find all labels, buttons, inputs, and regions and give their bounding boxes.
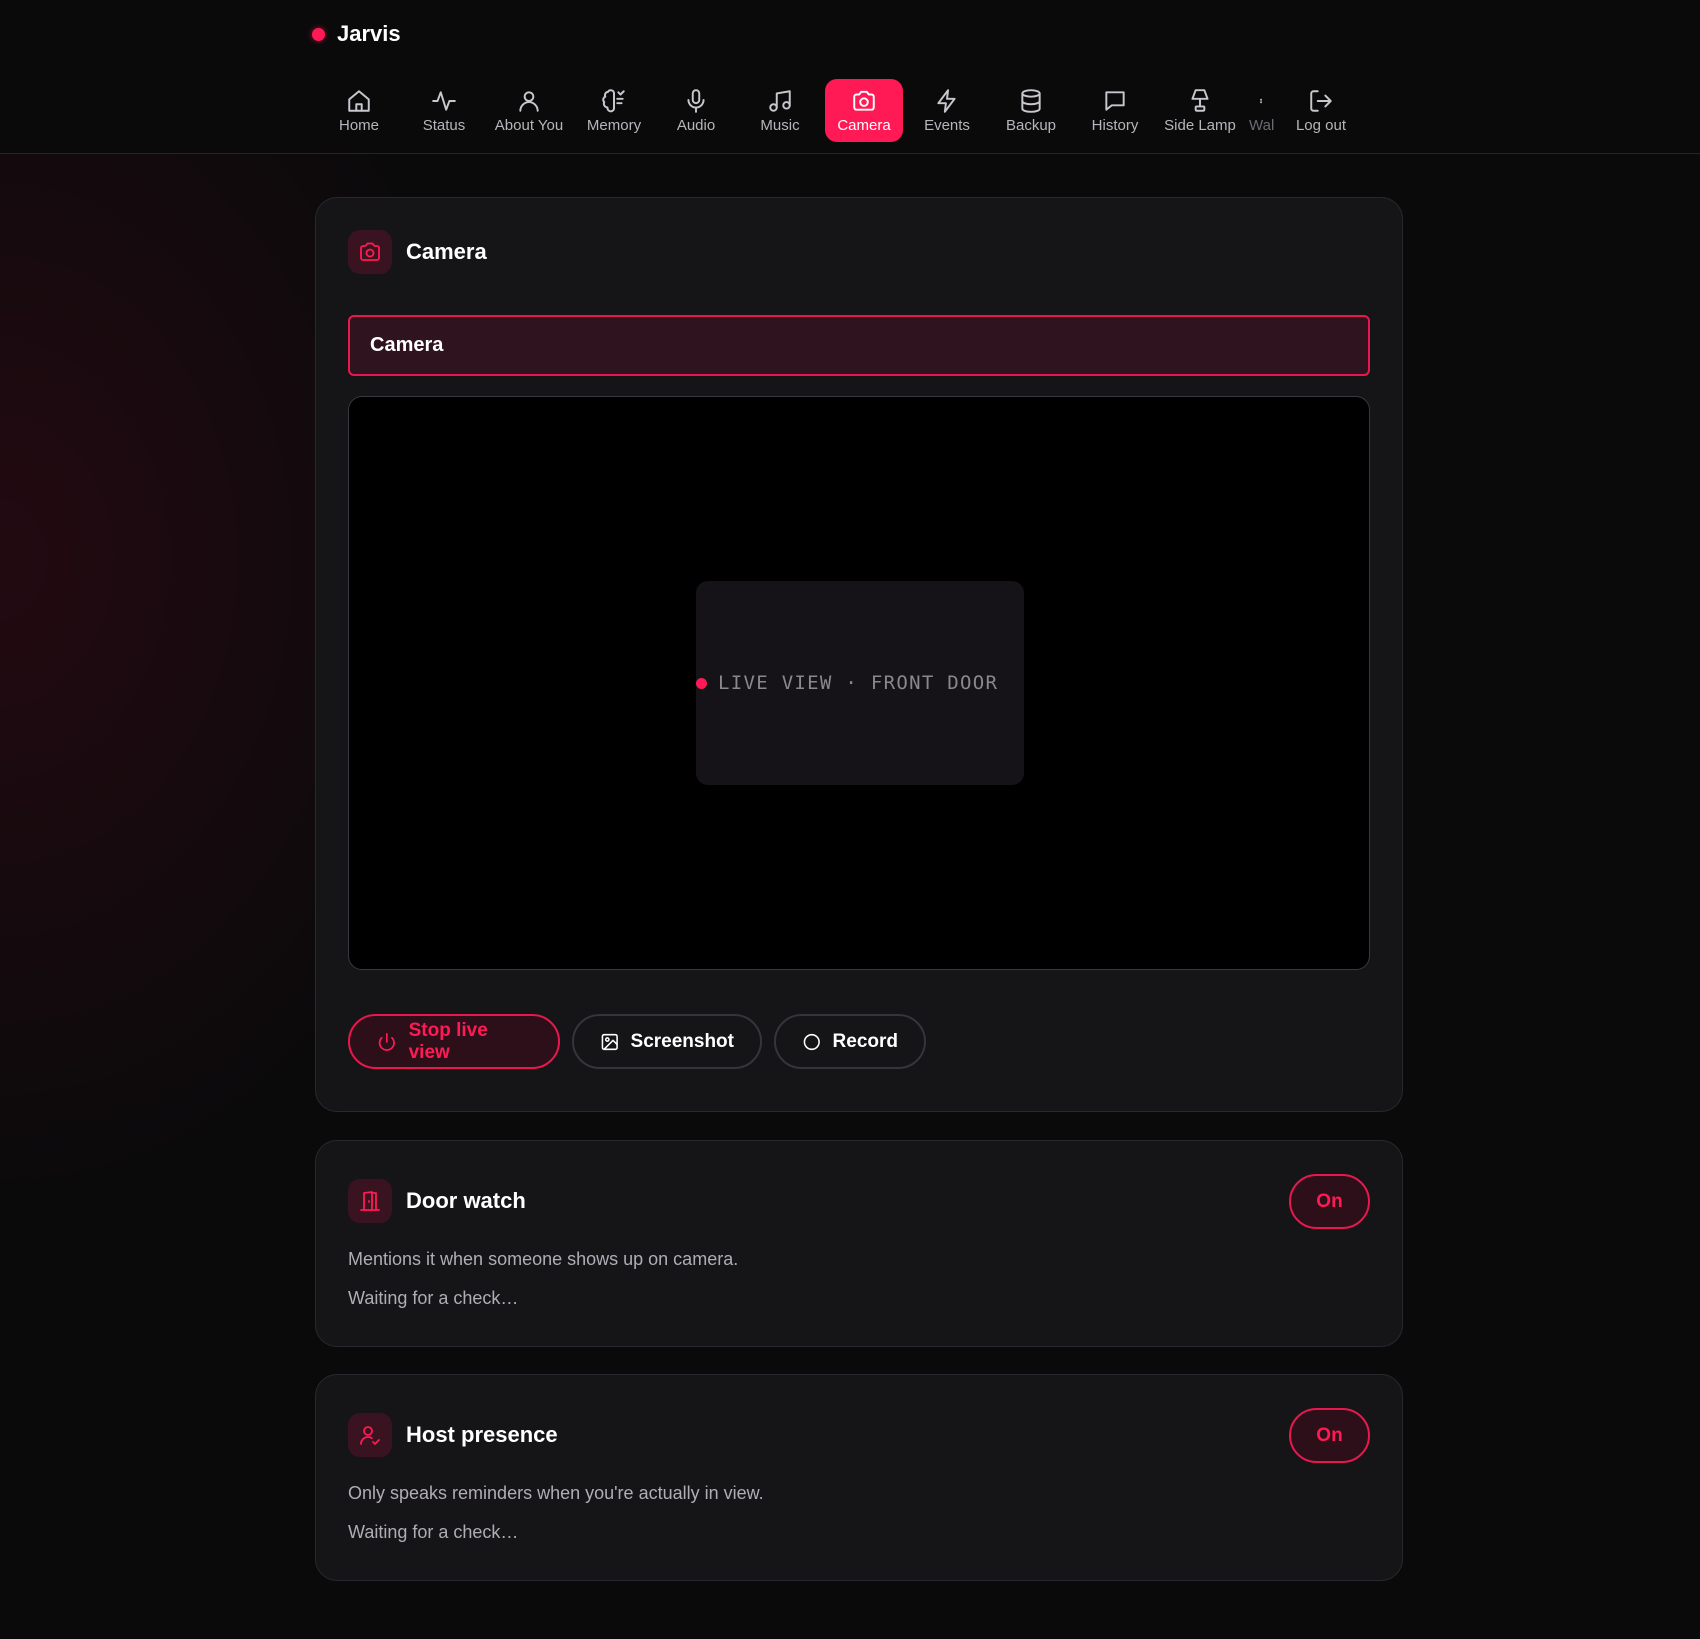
live-indicator-dot [696, 677, 707, 689]
door-watch-status: Waiting for a check… [348, 1288, 519, 1308]
clipped-icon [1260, 98, 1263, 103]
camera-icon [360, 242, 380, 261]
nav-item-home[interactable]: Home [325, 79, 393, 142]
status-dot [312, 27, 325, 41]
nav-label: Home [338, 116, 379, 134]
nav-label: Audio [676, 116, 716, 134]
nav-label: Music [760, 116, 800, 134]
image-icon [601, 1033, 618, 1050]
record-label: Record [832, 1030, 898, 1052]
camera-card-header: Camera [348, 230, 487, 274]
door-watch-title: Door watch [406, 1188, 526, 1213]
nav-item-status[interactable]: Status [410, 79, 478, 142]
nav-item-backup[interactable]: Backup [997, 79, 1065, 142]
nav-item-clipped[interactable]: Wal [1249, 79, 1275, 142]
door-watch-toggle[interactable]: On [1289, 1174, 1370, 1229]
nav-label: Events [924, 116, 970, 134]
nav-item-history[interactable]: History [1081, 79, 1149, 142]
camera-card-icon-box [348, 230, 392, 274]
screenshot-button[interactable]: Screenshot [572, 1014, 762, 1069]
user-icon [519, 90, 539, 112]
host-presence-description: Only speaks reminders when you're actual… [348, 1483, 764, 1503]
activity-icon [432, 90, 456, 111]
home-icon [348, 89, 370, 112]
brand[interactable]: Jarvis [312, 20, 401, 48]
stop-live-view-label: Stop live view [408, 1019, 488, 1063]
microphone-icon [687, 88, 705, 113]
nav-label: Status [422, 116, 466, 134]
host-presence-header: Host presence [348, 1413, 558, 1457]
nav-item-side-lamp[interactable]: Side Lamp [1161, 79, 1239, 142]
live-view-label: LIVE VIEW · FRONT DOOR [718, 672, 999, 694]
nav-label: Log out [1295, 116, 1347, 134]
door-watch-header: Door watch [348, 1179, 526, 1223]
door-watch-description: Mentions it when someone shows up on cam… [348, 1249, 739, 1269]
nav-item-camera[interactable]: Camera [825, 79, 903, 142]
record-circle-icon [803, 1033, 820, 1050]
host-presence-icon-box [348, 1413, 392, 1457]
nav-label: Side Lamp [1164, 116, 1236, 134]
nav-label: Memory [586, 116, 642, 134]
logout-icon [1310, 89, 1332, 112]
host-presence-title: Host presence [406, 1422, 558, 1447]
nav-label: Camera [837, 116, 891, 134]
chat-bubble-icon [1105, 90, 1125, 111]
nav-item-music[interactable]: Music [746, 79, 814, 142]
camera-card-title: Camera [406, 239, 487, 264]
record-button[interactable]: Record [774, 1014, 926, 1069]
power-icon [378, 1032, 395, 1051]
screenshot-label: Screenshot [630, 1030, 734, 1052]
nav-label: History [1091, 116, 1139, 134]
music-note-icon [769, 89, 791, 112]
door-watch-icon-box [348, 1179, 392, 1223]
host-presence-status: Waiting for a check… [348, 1522, 519, 1542]
nav-item-about-you[interactable]: About You [490, 79, 568, 142]
nav-label: Backup [1005, 116, 1057, 134]
door-icon [360, 1191, 380, 1211]
camera-selector[interactable]: Camera [348, 315, 1370, 376]
nav-label: Wal [1249, 116, 1275, 134]
nav-item-audio[interactable]: Audio [662, 79, 730, 142]
camera-actions: Stop live view Screenshot Record [348, 1014, 926, 1069]
nav-label: About You [494, 116, 564, 134]
top-bar: Jarvis Home Status About You Memory Audi… [0, 0, 1700, 154]
main-nav: Home Status About You Memory Audio Music [325, 79, 1355, 142]
database-icon [1021, 88, 1041, 113]
host-presence-toggle[interactable]: On [1289, 1408, 1370, 1463]
nav-item-memory[interactable]: Memory [578, 79, 650, 142]
nav-item-log-out[interactable]: Log out [1287, 79, 1355, 142]
live-view-placeholder: LIVE VIEW · FRONT DOOR [696, 581, 1024, 785]
nav-item-events[interactable]: Events [913, 79, 981, 142]
stop-live-view-button[interactable]: Stop live view [348, 1014, 560, 1069]
brain-icon [602, 88, 625, 112]
host-presence-card: Host presence On Only speaks reminders w… [315, 1374, 1403, 1581]
camera-card: Camera Camera LIVE VIEW · FRONT DOOR Sto… [315, 197, 1403, 1112]
camera-icon [853, 90, 875, 111]
live-view-player[interactable]: LIVE VIEW · FRONT DOOR [348, 396, 1370, 970]
user-check-icon [360, 1426, 380, 1445]
door-watch-card: Door watch On Mentions it when someone s… [315, 1140, 1403, 1347]
lamp-icon [1191, 88, 1209, 112]
lightning-icon [937, 88, 956, 113]
app-name: Jarvis [337, 21, 401, 46]
